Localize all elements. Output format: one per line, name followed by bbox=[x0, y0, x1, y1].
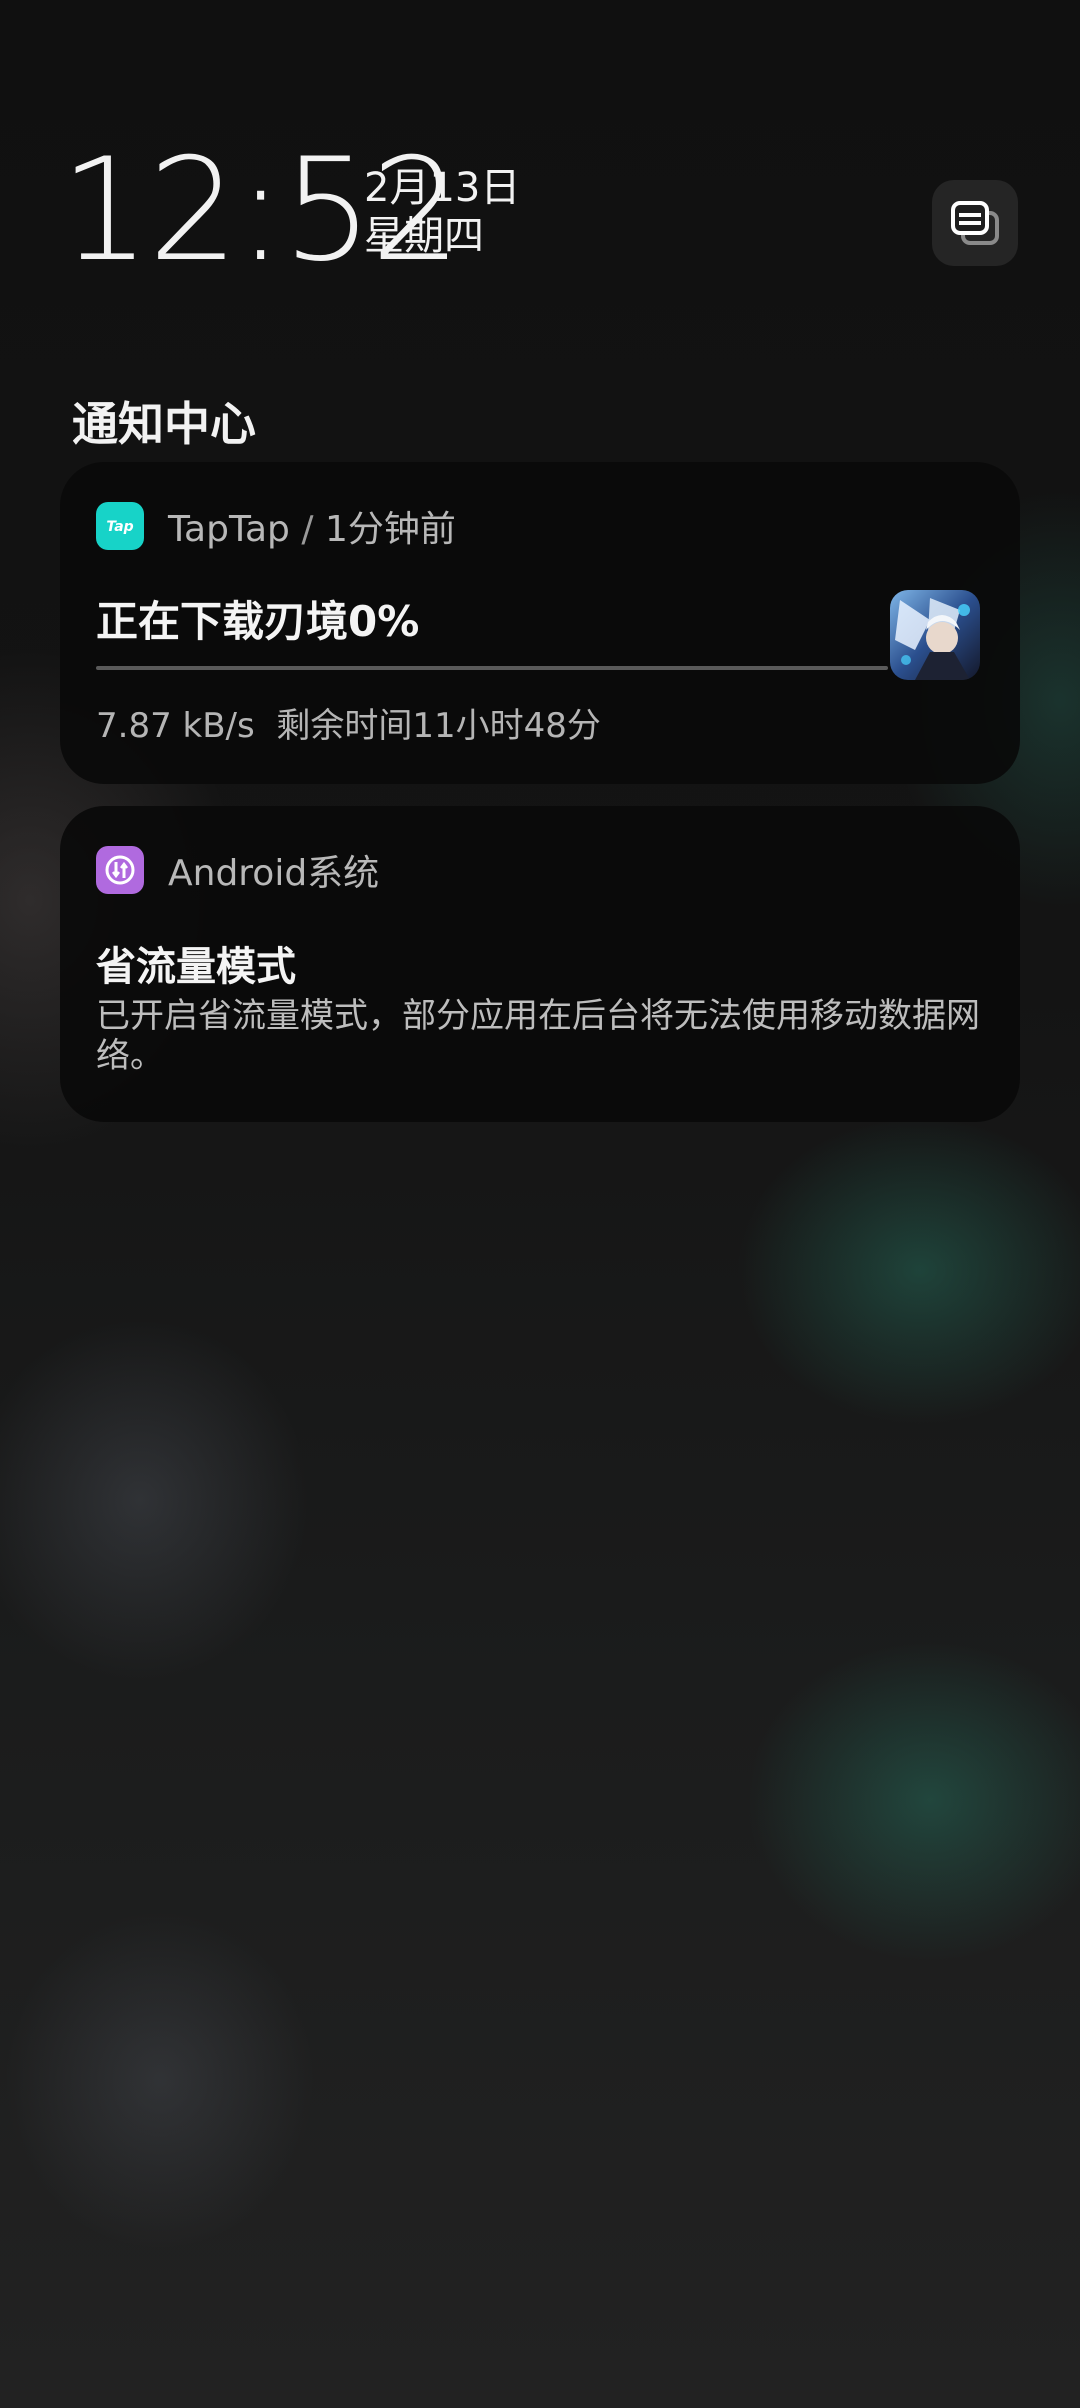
notification-body: 已开启省流量模式，部分应用在后台将无法使用移动数据网络。 bbox=[96, 996, 980, 1076]
date-text: 2月13日 bbox=[364, 165, 521, 211]
app-name-text: TapTap bbox=[168, 509, 290, 550]
weekday-text: 星期四 bbox=[364, 213, 484, 259]
taptap-icon: Tap bbox=[96, 502, 144, 550]
notification-manage-icon bbox=[951, 201, 999, 245]
notification-manage-button[interactable] bbox=[932, 180, 1018, 266]
notification-app-name: Android系统 bbox=[168, 853, 380, 894]
download-progress-bar bbox=[96, 666, 888, 670]
notification-title: 省流量模式 bbox=[96, 944, 296, 990]
svg-text:Tap: Tap bbox=[106, 519, 133, 535]
taptap-download-notification[interactable]: Tap TapTap / 1分钟前 正在下载刃境0% 7.87 kB/s 剩余时… bbox=[60, 462, 1020, 784]
notification-time: 1分钟前 bbox=[324, 509, 456, 550]
download-remaining: 剩余时间11小时48分 bbox=[276, 706, 601, 746]
android-system-notification[interactable]: Android系统 省流量模式 已开启省流量模式，部分应用在后台将无法使用移动数… bbox=[60, 806, 1020, 1122]
android-system-icon bbox=[96, 846, 144, 894]
notification-header: Android系统 bbox=[96, 844, 379, 896]
download-speed: 7.87 kB/s bbox=[96, 706, 255, 746]
download-title: 正在下载刃境0% bbox=[96, 597, 420, 646]
lockscreen-date: 2月13日 星期四 bbox=[364, 164, 520, 260]
game-thumbnail bbox=[890, 590, 980, 680]
notification-app-name: TapTap / 1分钟前 bbox=[168, 500, 456, 552]
notification-center-title: 通知中心 bbox=[72, 397, 256, 451]
separator: / bbox=[301, 509, 314, 550]
notification-header: Tap TapTap / 1分钟前 bbox=[96, 500, 456, 552]
download-status: 7.87 kB/s 剩余时间11小时48分 bbox=[96, 698, 601, 747]
